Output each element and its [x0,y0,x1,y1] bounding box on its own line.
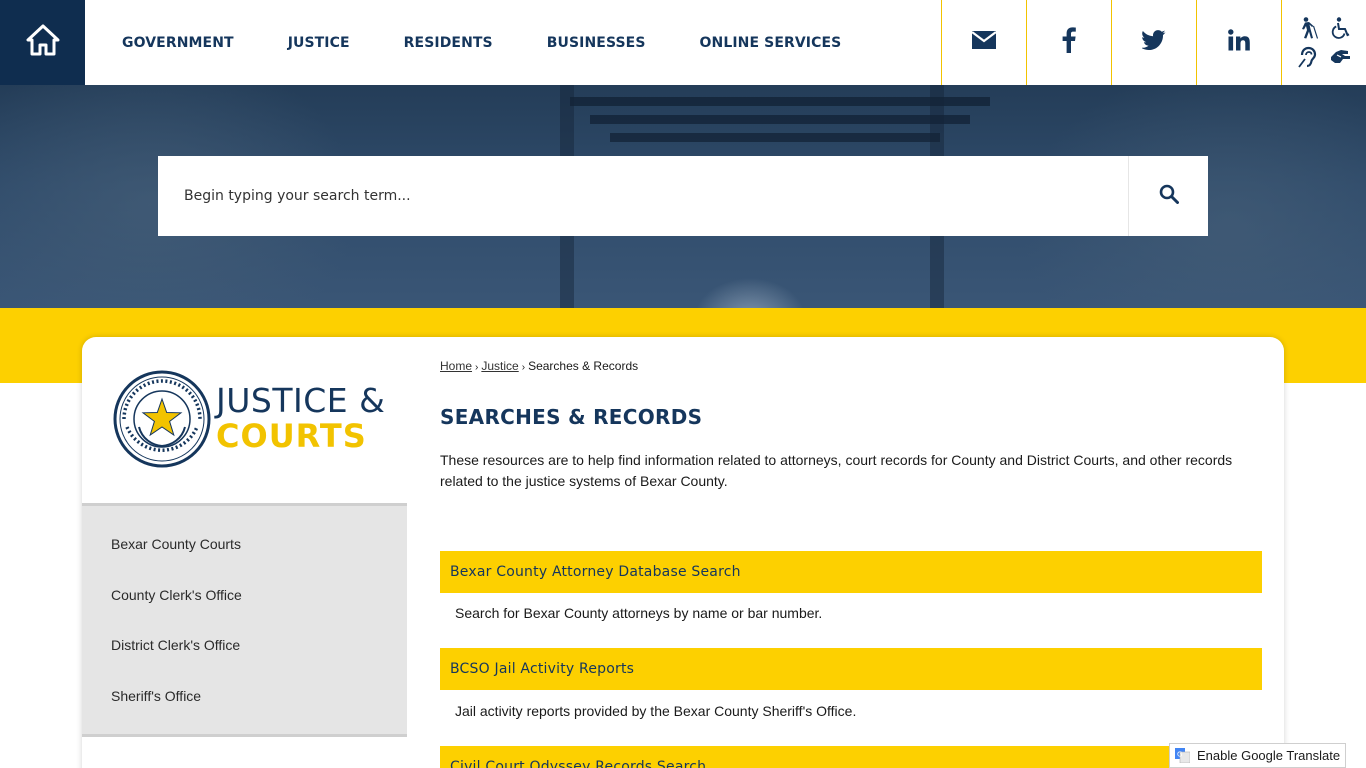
facebook-icon [1062,27,1076,58]
accessibility-icons [1281,0,1366,85]
sidebar-item-sheriffs-office[interactable]: Sheriff's Office [111,688,201,704]
google-translate-icon: G [1175,748,1191,764]
nav-item-residents[interactable]: RESIDENTS [404,35,493,51]
home-button[interactable] [0,0,85,85]
hero-beam [590,115,970,124]
nav-item-online-services[interactable]: ONLINE SERVICES [700,35,842,51]
search-button[interactable] [1128,156,1208,236]
resource-description: Search for Bexar County attorneys by nam… [455,605,823,621]
logo-title-line1: JUSTICE & [216,381,386,420]
search-input[interactable] [158,156,1128,236]
hero-beam [610,133,940,142]
envelope-icon [971,30,997,55]
linkedin-icon [1228,29,1250,56]
side-navigation: Bexar County Courts County Clerk's Offic… [82,503,407,737]
sign-language-icon[interactable] [1328,45,1352,69]
home-icon [26,24,60,61]
sidebar-item-bexar-county-courts[interactable]: Bexar County Courts [111,536,241,552]
facebook-button[interactable] [1026,0,1111,85]
blind-walking-icon[interactable] [1296,16,1320,40]
seal-icon [113,370,211,468]
county-seal-logo[interactable] [112,369,212,469]
main-nav: GOVERNMENT JUSTICE RESIDENTS BUSINESSES … [95,0,868,85]
breadcrumb-home-link[interactable]: Home [440,359,472,373]
svg-text:G: G [1177,751,1182,759]
sidebar-item-county-clerks-office[interactable]: County Clerk's Office [111,587,242,603]
hero-banner [0,85,1366,308]
breadcrumb-separator: › [475,362,479,373]
page-intro: These resources are to help find informa… [440,452,1233,489]
search-box [158,156,1128,236]
linkedin-button[interactable] [1196,0,1281,85]
hearing-icon[interactable] [1296,45,1320,69]
nav-item-justice[interactable]: JUSTICE [288,35,350,51]
wheelchair-icon[interactable] [1328,16,1352,40]
resource-description: Jail activity reports provided by the Be… [455,703,857,719]
logo-title-line2: COURTS [216,417,367,455]
google-translate-label: Enable Google Translate [1197,748,1341,763]
resource-link-civil-court-odyssey[interactable]: Civil Court Odyssey Records Search [440,746,1262,768]
nav-item-government[interactable]: GOVERNMENT [122,35,234,51]
breadcrumb-justice-link[interactable]: Justice [481,359,518,373]
email-button[interactable] [941,0,1026,85]
breadcrumb-current: Searches & Records [528,359,639,373]
sidebar-item-district-clerks-office[interactable]: District Clerk's Office [111,637,240,653]
page-title: SEARCHES & RECORDS [440,405,703,429]
google-translate-button[interactable]: G Enable Google Translate [1169,743,1346,768]
search-icon [1159,184,1179,209]
twitter-button[interactable] [1111,0,1196,85]
twitter-icon [1141,30,1166,55]
breadcrumb: Home › Justice › Searches & Records [440,359,638,373]
nav-item-businesses[interactable]: BUSINESSES [547,35,646,51]
top-navigation-bar: GOVERNMENT JUSTICE RESIDENTS BUSINESSES … [0,0,1366,85]
resource-link-jail-activity-reports[interactable]: BCSO Jail Activity Reports [440,648,1262,690]
breadcrumb-separator: › [521,362,526,373]
main-content-card: JUSTICE & COURTS Bexar County Courts Cou… [82,337,1284,768]
resource-link-attorney-database[interactable]: Bexar County Attorney Database Search [440,551,1262,593]
hero-beam [570,97,990,106]
